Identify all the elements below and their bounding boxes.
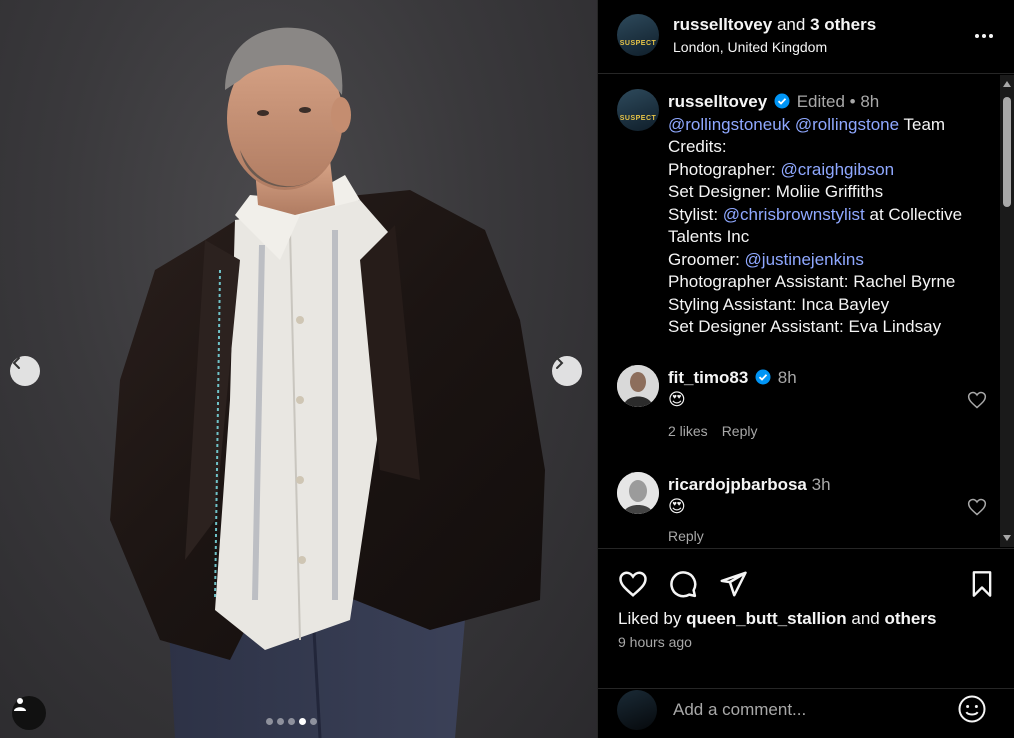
caption-text: Stylist: <box>668 204 719 224</box>
carousel-dot <box>310 718 317 725</box>
caption-text: Set Designer Assistant: Eva Lindsay <box>668 317 942 336</box>
caption-time[interactable]: 8h <box>860 92 879 111</box>
heart-icon[interactable] <box>618 569 648 599</box>
commenter-username[interactable]: fit_timo83 <box>668 368 748 387</box>
mention-link[interactable]: @justinejenkins <box>745 250 864 269</box>
carousel-dot <box>288 718 295 725</box>
liked-by-and: and <box>851 609 880 628</box>
and-text: and <box>776 15 806 34</box>
edited-label: Edited <box>796 92 845 111</box>
user-tag-icon <box>14 698 26 711</box>
commenter-username[interactable]: ricardojpbarbosa <box>668 475 807 494</box>
comment-item: ricardojpbarbosa 3h 😍 Reply <box>617 472 997 547</box>
mention-link[interactable]: @rollingstoneuk <box>668 115 790 134</box>
post-authors: russelltovey and 3 others <box>673 15 876 35</box>
current-user-avatar <box>617 690 657 730</box>
mention-link[interactable]: @rollingstone <box>795 115 899 134</box>
commenter-avatar[interactable] <box>617 365 659 407</box>
comment-icon[interactable] <box>668 569 698 599</box>
author-avatar[interactable]: SUSPECT <box>617 14 659 56</box>
caption-body: russelltovey Edited • 8h @rollingstoneuk… <box>668 91 998 339</box>
post-photo[interactable] <box>0 0 597 738</box>
comment-text: 😍 <box>668 497 686 516</box>
caption-text: Set Designer: Moliie Griffiths <box>668 182 884 201</box>
carousel-indicator <box>266 718 317 725</box>
reply-button[interactable]: Reply <box>722 423 758 439</box>
caption-username[interactable]: russelltovey <box>668 92 767 111</box>
comment-time[interactable]: 3h <box>812 475 831 494</box>
previous-photo-button[interactable] <box>10 356 40 386</box>
liked-by-prefix: Liked by <box>618 609 682 628</box>
next-photo-button[interactable] <box>552 356 582 386</box>
mention-link[interactable]: @craighgibson <box>780 160 894 179</box>
portrait-image <box>110 27 545 738</box>
comment-body: ricardojpbarbosa 3h 😍 <box>668 474 958 518</box>
comment-likes-count[interactable]: 2 likes <box>668 423 708 439</box>
comment-text: 😍 <box>668 390 686 409</box>
comment-meta: Reply <box>668 528 704 544</box>
comments-scrollbar[interactable] <box>1000 75 1014 547</box>
liked-by-user[interactable]: queen_butt_stallion <box>686 609 847 628</box>
verified-icon <box>774 93 790 109</box>
chevron-left-icon <box>12 357 20 369</box>
avatar-text: SUSPECT <box>619 40 657 47</box>
caption-avatar[interactable]: SUSPECT <box>617 89 659 131</box>
comment-body: fit_timo83 8h 😍 <box>668 367 958 411</box>
heart-icon[interactable] <box>967 390 987 410</box>
carousel-dot <box>277 718 284 725</box>
scroll-thumb[interactable] <box>1003 97 1011 207</box>
bookmark-icon[interactable] <box>968 569 996 599</box>
comment-time[interactable]: 8h <box>778 368 797 387</box>
comment-meta: 2 likes Reply <box>668 423 757 439</box>
more-options-icon[interactable] <box>974 26 994 46</box>
scroll-up-arrow[interactable] <box>1003 81 1011 87</box>
avatar-text: SUSPECT <box>619 115 657 122</box>
comment-composer <box>598 688 1014 738</box>
post-actions: Liked by queen_butt_stallion and others … <box>598 548 1014 688</box>
tagged-users-button[interactable] <box>12 696 46 730</box>
heart-icon[interactable] <box>967 497 987 517</box>
carousel-dot-active <box>299 718 306 725</box>
verified-icon <box>755 369 771 385</box>
emoji-icon[interactable] <box>957 694 987 724</box>
chevron-right-icon <box>556 357 564 369</box>
location-link[interactable]: London, United Kingdom <box>673 39 827 55</box>
post-header: SUSPECT russelltovey and 3 others London… <box>598 0 1014 74</box>
caption-text: Groomer: <box>668 249 740 269</box>
mention-link[interactable]: @chrisbrownstylist <box>723 205 865 224</box>
separator: • <box>849 92 856 111</box>
scroll-down-arrow[interactable] <box>1003 535 1011 541</box>
post-details-panel: SUSPECT russelltovey and 3 others London… <box>597 0 1014 738</box>
caption-text: Styling Assistant: Inca Bayley <box>668 294 890 314</box>
caption-text: Photographer: <box>668 159 776 179</box>
author-username[interactable]: russelltovey <box>673 15 772 34</box>
coauthors-link[interactable]: 3 others <box>810 15 876 34</box>
post-timestamp[interactable]: 9 hours ago <box>618 634 692 650</box>
comment-item: fit_timo83 8h 😍 2 likes Reply <box>617 365 997 455</box>
share-icon[interactable] <box>718 569 748 599</box>
avatar-image <box>617 365 659 407</box>
carousel-dot <box>266 718 273 725</box>
comments-list[interactable]: SUSPECT russelltovey Edited • 8h @rollin… <box>598 75 1003 547</box>
liked-by-others[interactable]: others <box>884 609 936 628</box>
comment-input[interactable] <box>673 695 943 725</box>
reply-button[interactable]: Reply <box>668 528 704 544</box>
caption-text: Photographer Assistant: Rachel Byrne <box>668 272 956 291</box>
commenter-avatar[interactable] <box>617 472 659 514</box>
liked-by: Liked by queen_butt_stallion and others <box>618 609 936 629</box>
avatar-image <box>617 472 659 514</box>
